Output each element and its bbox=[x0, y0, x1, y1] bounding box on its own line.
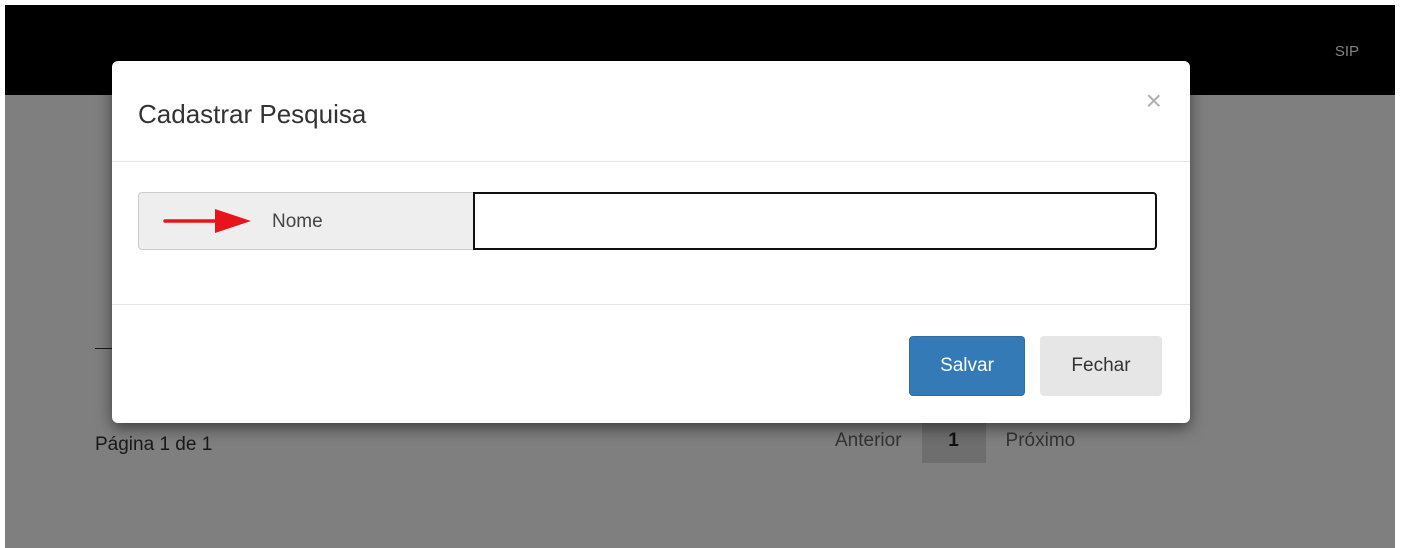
name-input[interactable] bbox=[473, 192, 1157, 250]
modal-footer: Salvar Fechar bbox=[112, 305, 1190, 423]
save-button[interactable]: Salvar bbox=[909, 336, 1025, 396]
close-button[interactable]: Fechar bbox=[1040, 336, 1162, 396]
red-arrow-icon bbox=[163, 207, 253, 240]
page: SIP Página 1 de 1 Anterior 1 Próximo Cad… bbox=[5, 5, 1395, 548]
close-icon[interactable]: × bbox=[1146, 87, 1162, 115]
modal-title: Cadastrar Pesquisa bbox=[138, 99, 367, 129]
register-search-modal: Cadastrar Pesquisa × Nome Salvar Fechar bbox=[112, 61, 1190, 423]
modal-header: Cadastrar Pesquisa × bbox=[112, 61, 1190, 162]
name-field-label-addon: Nome bbox=[138, 192, 473, 250]
name-field-label: Nome bbox=[272, 211, 323, 232]
modal-body: Nome bbox=[112, 162, 1190, 305]
name-input-group: Nome bbox=[138, 192, 1160, 250]
